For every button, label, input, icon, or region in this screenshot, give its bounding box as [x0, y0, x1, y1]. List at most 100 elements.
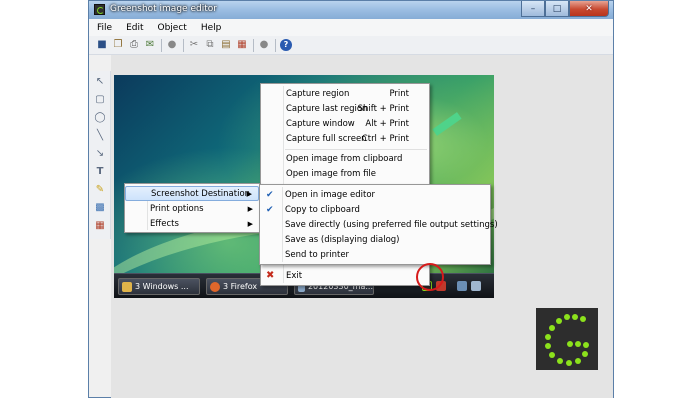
menu-item-label: Screenshot Destination	[151, 188, 251, 199]
logo-dot	[564, 314, 570, 320]
menu-edit[interactable]: Edit	[126, 23, 143, 33]
exit-icon: ✖	[266, 270, 275, 281]
window-controls: – □ ✕	[521, 1, 609, 17]
menu-item-label: Open image from file	[286, 168, 377, 179]
menu-item-label: Print options	[150, 203, 204, 214]
folder-icon	[122, 281, 132, 292]
logo-dot	[567, 341, 573, 347]
email-icon[interactable]: ✉	[144, 39, 156, 51]
menu-item-copy-to-clipboard[interactable]: ✔ Copy to clipboard	[260, 202, 490, 217]
logo-dot	[575, 341, 581, 347]
minimize-icon: –	[530, 3, 536, 14]
menu-item-save-directly[interactable]: Save directly (using preferred file outp…	[260, 217, 498, 232]
menu-item-save-as[interactable]: Save as (displaying dialog)	[260, 232, 490, 247]
menu-separator	[285, 149, 427, 150]
toolbar-separator	[275, 38, 276, 52]
logo-dot	[580, 316, 586, 322]
menu-item-label: Send to printer	[285, 249, 350, 260]
logo-dot	[575, 358, 581, 364]
save-icon[interactable]: ■	[96, 39, 108, 51]
menu-item-label: Effects	[150, 218, 179, 229]
taskbar-item-windows[interactable]: 3 Windows ...	[118, 278, 200, 295]
menu-item-exit[interactable]: ✖ Exit	[261, 268, 429, 283]
logo-dot	[557, 358, 563, 364]
menu-item-print-options[interactable]: Print options ▶	[125, 201, 259, 216]
menu-item-open-in-image-editor[interactable]: ✔ Open in image editor	[260, 187, 490, 202]
taskbar-item-label: 3 Windows ...	[135, 282, 189, 291]
logo-dot	[582, 351, 588, 357]
taskbar-item-label: 3 Firefox	[223, 282, 258, 291]
clear-icon[interactable]: ●	[166, 39, 178, 51]
submenu-arrow-icon: ▶	[246, 189, 252, 198]
settings-icon[interactable]: ●	[258, 39, 270, 51]
greenshot-app-icon	[94, 4, 105, 15]
obfuscate-icon[interactable]: ▩	[94, 201, 106, 213]
logo-dot	[572, 314, 578, 320]
menu-help[interactable]: Help	[201, 23, 222, 33]
help-icon[interactable]: ?	[280, 39, 292, 51]
menu-object[interactable]: Object	[158, 23, 187, 33]
menu-item-label: Save as (displaying dialog)	[285, 234, 400, 245]
menu-item-screenshot-destination[interactable]: Screenshot Destination ▶	[125, 186, 259, 201]
menu-item-open-from-clipboard[interactable]: Open image from clipboard	[261, 151, 429, 166]
close-button[interactable]: ✕	[569, 1, 609, 17]
highlight-icon[interactable]: ✎	[94, 183, 106, 195]
cut-icon[interactable]: ✂	[188, 39, 200, 51]
firefox-icon	[210, 281, 220, 292]
submenu-arrow-icon: ▶	[247, 204, 253, 213]
copy-icon[interactable]: ❐	[112, 39, 124, 51]
greenshot-logo	[536, 308, 598, 370]
toolbar-separator	[161, 38, 162, 52]
menu-item-capture-region[interactable]: Capture region Print	[261, 86, 429, 101]
logo-dot	[549, 325, 555, 331]
menu-file[interactable]: File	[97, 23, 112, 33]
maximize-button[interactable]: □	[545, 1, 569, 17]
menu-item-label: Capture full screen	[286, 133, 367, 144]
maximize-icon: □	[552, 3, 562, 14]
cursor-icon[interactable]: ↖	[94, 75, 106, 87]
settings-submenu: Screenshot Destination ▶ Print options ▶…	[124, 183, 260, 233]
logo-dot	[545, 343, 551, 349]
print-icon[interactable]: ⎙	[128, 39, 140, 51]
logo-dot	[545, 334, 551, 340]
menu-item-send-to-printer[interactable]: Send to printer	[260, 247, 490, 262]
crop-icon[interactable]: ▦	[94, 219, 106, 231]
line-icon[interactable]: ╲	[94, 129, 106, 141]
menu-item-label: Copy to clipboard	[285, 204, 360, 215]
title-bar[interactable]: Greenshot image editor – □ ✕	[89, 1, 613, 19]
menu-item-effects[interactable]: Effects ▶	[125, 216, 259, 231]
menu-item-shortcut: Alt + Print	[365, 118, 409, 129]
logo-dot	[583, 342, 589, 348]
toolbar: ■ ❐ ⎙ ✉ ● ✂ ⧉ ▤ ▦ ● ?	[89, 36, 613, 55]
menu-item-capture-window[interactable]: Capture window Alt + Print	[261, 116, 429, 131]
close-icon: ✕	[585, 3, 593, 14]
minimize-button[interactable]: –	[521, 1, 545, 17]
red-highlight-circle	[416, 263, 444, 291]
menu-item-label: Save directly (using preferred file outp…	[285, 219, 498, 230]
window-title: Greenshot image editor	[110, 4, 217, 14]
drawing-tools-bar: ↖ ▢ ◯ ╲ ↘ T ✎ ▩ ▦	[89, 71, 111, 239]
copy-icon[interactable]: ⧉	[204, 39, 216, 51]
network-tray-icon[interactable]	[457, 281, 467, 291]
submenu-arrow-icon: ▶	[247, 219, 253, 228]
crop-icon[interactable]: ▦	[236, 39, 248, 51]
logo-dot	[566, 360, 572, 366]
toolbar-separator	[183, 38, 184, 52]
logo-dot	[549, 352, 555, 358]
menu-item-shortcut: Shift + Print	[357, 103, 409, 114]
rectangle-icon[interactable]: ▢	[94, 93, 106, 105]
text-icon[interactable]: T	[94, 165, 106, 177]
checkmark-icon: ✔	[266, 204, 274, 215]
menu-item-label: Capture last region	[286, 103, 368, 114]
menu-item-label: Open image from clipboard	[286, 153, 403, 164]
paste-icon[interactable]: ▤	[220, 39, 232, 51]
arrow-icon[interactable]: ↘	[94, 147, 106, 159]
menu-item-open-from-file[interactable]: Open image from file	[261, 166, 429, 181]
volume-tray-icon[interactable]	[471, 281, 481, 291]
menu-item-label: Exit	[286, 270, 303, 281]
ellipse-icon[interactable]: ◯	[94, 111, 106, 123]
menu-item-capture-full-screen[interactable]: Capture full screen Ctrl + Print	[261, 131, 429, 146]
destination-submenu: ✔ Open in image editor ✔ Copy to clipboa…	[259, 184, 498, 265]
menu-item-capture-last-region[interactable]: Capture last region Shift + Print	[261, 101, 429, 116]
toolbar-separator	[253, 38, 254, 52]
